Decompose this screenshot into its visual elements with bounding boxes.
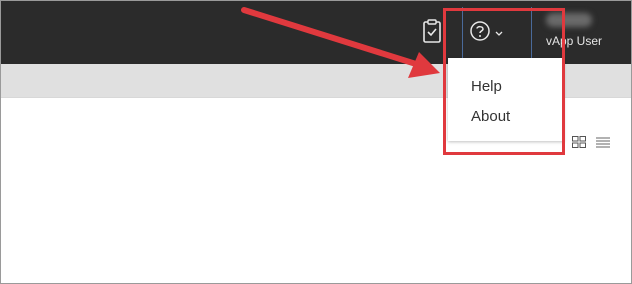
tasks-button[interactable] [419, 18, 445, 48]
grid-view-icon[interactable] [572, 135, 586, 148]
clipboard-check-icon [422, 18, 442, 48]
annotation-highlight-box [443, 8, 565, 155]
list-view-icon[interactable] [596, 135, 610, 148]
